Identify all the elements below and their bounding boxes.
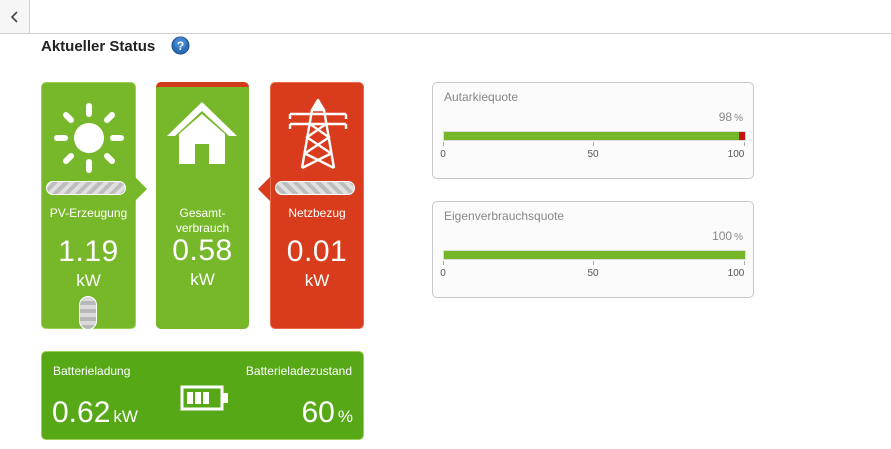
quota-label: Autarkiequote: [444, 90, 519, 104]
grid-value: 0.01: [286, 235, 348, 268]
quota-bar-fill: [444, 251, 745, 259]
quota-value: 98: [718, 110, 733, 124]
self-consumption-panel: Eigenverbrauchsquote 100% 0 50 100: [432, 201, 754, 298]
quota-unit: %: [734, 113, 743, 124]
grid-unit: kW: [304, 271, 330, 290]
battery-charge-label: Batterieladung: [53, 364, 131, 378]
svg-text:?: ?: [177, 39, 184, 53]
quota-value-group: 98%: [719, 110, 743, 124]
quota-label: Eigenverbrauchsquote: [444, 209, 565, 223]
battery-charge-value-group: 0.62 kW: [52, 396, 138, 430]
flow-indicator: [46, 181, 126, 195]
battery-charge-unit: kW: [113, 407, 138, 426]
grid-label: Netzbezug: [288, 206, 346, 220]
grid-import-tile[interactable]: Netzbezug 0.01 kW: [270, 82, 364, 329]
back-button[interactable]: [0, 0, 30, 33]
consumption-value: 0.58: [172, 234, 233, 267]
tick-label: 0: [440, 149, 446, 160]
tick-label: 50: [587, 268, 599, 279]
total-consumption-tile[interactable]: Gesamt- verbrauch 0.58 kW: [156, 82, 249, 329]
help-icon[interactable]: ?: [171, 36, 190, 55]
power-pylon-icon: [288, 98, 348, 170]
tick-mark: [593, 261, 594, 265]
tick-mark: [744, 142, 745, 146]
quota-bar-fill: [444, 132, 739, 140]
page-title: Aktueller Status: [41, 38, 156, 55]
quota-value-group: 100%: [712, 229, 743, 243]
tick-mark: [443, 142, 444, 146]
house-icon: [167, 102, 237, 164]
battery-state-value-group: 60%: [302, 396, 354, 430]
battery-icon: [180, 385, 228, 411]
pv-generation-tile[interactable]: PV-Erzeugung 1.19 kW: [41, 82, 136, 329]
grid-flow-indicator: [275, 181, 355, 195]
quota-bar: [443, 131, 746, 141]
quota-bar: [443, 250, 746, 260]
tick-label: 50: [587, 149, 599, 160]
top-bar: [0, 0, 891, 34]
sun-icon: [54, 103, 124, 173]
tick-mark: [593, 142, 594, 146]
tick-mark: [744, 261, 745, 265]
quota-value: 100: [712, 229, 733, 243]
flow-arrow-right: [135, 177, 147, 201]
consumption-unit: kW: [190, 270, 215, 289]
pv-unit: kW: [76, 271, 101, 290]
flow-arrow-left: [258, 177, 270, 201]
self-sufficiency-panel: Autarkiequote 98% 0 50 100: [432, 82, 754, 179]
battery-charge-value: 0.62: [52, 396, 111, 429]
consumption-label-line1: Gesamt-: [179, 206, 226, 220]
chevron-left-icon: [10, 10, 18, 23]
quota-unit: %: [734, 232, 743, 243]
tick-mark: [443, 261, 444, 265]
tick-label: 100: [727, 268, 745, 279]
battery-state-unit: %: [337, 407, 353, 426]
battery-state-label: Batterieladezustand: [245, 364, 352, 378]
battery-state-value: 60: [301, 396, 335, 429]
tick-label: 100: [727, 149, 745, 160]
tick-label: 0: [440, 268, 446, 279]
battery-flow-indicator: [79, 296, 97, 330]
battery-panel[interactable]: Batterieladung Batterieladezustand 0.62 k…: [41, 351, 364, 440]
pv-value: 1.19: [58, 235, 119, 268]
pv-label: PV-Erzeugung: [49, 206, 128, 220]
